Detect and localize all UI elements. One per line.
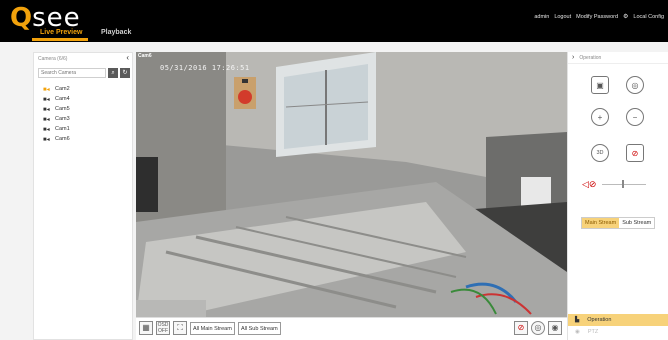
main-stream-button[interactable]: Main Stream (582, 218, 620, 228)
camera-item-cam6[interactable]: ■◂ Cam6 (43, 134, 70, 144)
layout-grid-icon[interactable]: ▦ (139, 321, 153, 335)
speaker-muted-icon[interactable]: ◁⊘ (582, 179, 596, 190)
volume-track[interactable] (602, 184, 646, 185)
live-video-feed[interactable]: Cam6 05/31/2016 17:26:51 (136, 52, 567, 317)
3d-zoom-icon[interactable]: 3D (591, 144, 609, 162)
snapshot-all-icon[interactable]: ◎ (531, 321, 545, 335)
logo: Qsee (10, 3, 81, 33)
record-off-icon[interactable]: ⊘ (514, 321, 528, 335)
operation-panel-title: Operation (579, 54, 602, 61)
camera-item-cam4[interactable]: ■◂ Cam4 (43, 94, 70, 104)
all-main-stream-button[interactable]: All Main Stream (190, 322, 235, 335)
refresh-icon[interactable]: ↻ (120, 68, 130, 78)
fullscreen-icon[interactable]: ⛶ (173, 321, 187, 335)
all-sub-stream-button[interactable]: All Sub Stream (238, 322, 281, 335)
search-camera-input[interactable] (38, 68, 106, 78)
stream-selector: Main Stream Sub Stream (581, 217, 656, 229)
camera-panel-header: Camera (6/6) ‹ (34, 53, 132, 64)
camera-panel: Camera (6/6) ‹ ⌕ ↻ ■◂ Cam2 ■◂ Cam4 ■◂ Ca… (33, 52, 133, 340)
preview-toolbar: ▦ OSD OFF ⛶ All Main Stream All Sub Strea… (136, 317, 567, 340)
camera-icon: ■◂ (43, 116, 50, 123)
camera-item-cam5[interactable]: ■◂ Cam5 (43, 104, 70, 114)
camera-item-cam1[interactable]: ■◂ Cam1 (43, 124, 70, 134)
camera-icon: ■◂ (43, 126, 50, 133)
operation-panel-header: › Operation (568, 52, 668, 64)
snapshot-icon[interactable]: ▣ (591, 76, 609, 94)
top-header: Qsee Live Preview Playback admin Logout … (0, 0, 668, 42)
active-tab-underline (32, 38, 88, 41)
tab-live-preview[interactable]: Live Preview (40, 29, 82, 36)
top-links: admin Logout Modify Password ⚙ Local Con… (534, 13, 664, 21)
collapse-left-icon[interactable]: ‹ (126, 53, 129, 62)
camera-icon: ■◂ (43, 106, 50, 113)
channel-label: Cam6 (138, 53, 152, 59)
camera-icon: ■◂ (43, 136, 50, 143)
camera-icon: ■◂ (43, 96, 50, 103)
camera-search: ⌕ ↻ (38, 68, 130, 78)
ptz-icon: ◉ (575, 329, 580, 335)
operation-panel: › Operation ▣ ◎ + − 3D ⊘ ◁⊘ Main Stream … (567, 52, 668, 340)
record-icon[interactable]: ◎ (626, 76, 644, 94)
sub-stream-button[interactable]: Sub Stream (619, 218, 654, 228)
camera-scene-image (136, 52, 567, 317)
camera-item-cam2[interactable]: ■◂ Cam2 (43, 84, 70, 94)
camera-panel-title: Camera (6/6) (38, 56, 68, 62)
camera-item-cam3[interactable]: ■◂ Cam3 (43, 114, 70, 124)
gear-icon[interactable]: ⚙ (623, 13, 628, 20)
modify-password-link[interactable]: Modify Password (576, 14, 618, 20)
search-icon[interactable]: ⌕ (108, 68, 118, 78)
camera-list: ■◂ Cam2 ■◂ Cam4 ■◂ Cam5 ■◂ Cam3 ■◂ Cam1 … (43, 84, 70, 144)
image-flip-disabled-icon[interactable]: ⊘ (626, 144, 644, 162)
osd-off-icon[interactable]: OSD OFF (156, 321, 170, 335)
video-timestamp: 05/31/2016 17:26:51 (160, 64, 250, 72)
zoom-in-icon[interactable]: + (591, 108, 609, 126)
operation-tab-icon: ▙ (575, 317, 580, 323)
volume-knob[interactable] (622, 180, 624, 188)
username: admin (534, 13, 550, 20)
camera-icon: ■◂ (43, 86, 50, 93)
volume-slider[interactable]: ◁⊘ (582, 179, 660, 189)
zoom-out-icon[interactable]: − (626, 108, 644, 126)
operation-tab[interactable]: ▙ Operation (568, 314, 668, 326)
ptz-tab[interactable]: ◉ PTZ (575, 329, 598, 335)
audio-all-icon[interactable]: ◉ (548, 321, 562, 335)
logout-link[interactable]: Logout (554, 14, 571, 20)
local-config-link[interactable]: Local Config (633, 14, 664, 20)
tab-playback[interactable]: Playback (101, 29, 131, 36)
expand-right-icon[interactable]: › (572, 54, 574, 61)
